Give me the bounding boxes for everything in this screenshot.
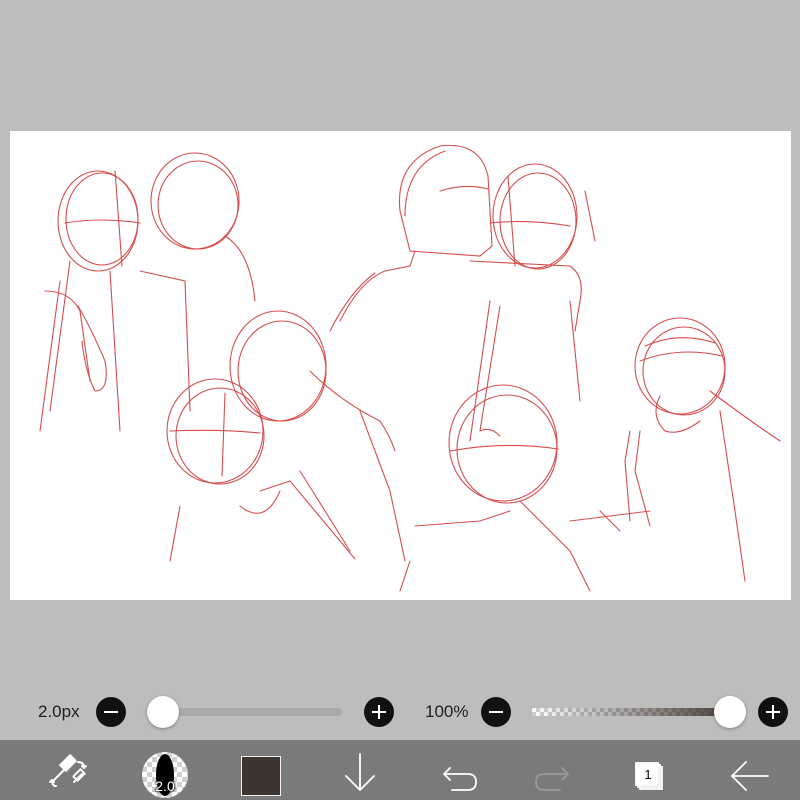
brush-size-increase-button[interactable] [364,697,394,727]
undo-icon [443,767,477,791]
layer-count: 1 [644,767,652,782]
download-button[interactable] [330,740,390,800]
opacity-slider-thumb[interactable] [714,696,746,728]
brush-size-badge: 2.0 [155,778,175,794]
redo-button[interactable] [524,740,584,800]
redo-icon [535,767,569,791]
sketch-head [448,384,558,502]
opacity-increase-button[interactable] [758,697,788,727]
undo-button[interactable] [428,740,488,800]
back-arrow-icon [731,761,769,791]
slider-row: 2.0px 100% [0,690,800,734]
brush-preview: 2.0 [142,752,188,798]
opacity-decrease-button[interactable] [481,697,511,727]
color-swatch-button[interactable] [241,756,281,796]
sketch-head [150,152,240,250]
eraser-swap-button[interactable] [38,740,98,800]
sketch-head [634,317,726,415]
back-button[interactable] [720,740,780,800]
opacity-track[interactable] [532,708,740,716]
sketch-head [398,144,493,257]
bottom-toolbar: 2.0 1 [0,740,800,800]
sketch-strokes [39,144,781,592]
sketch-head [229,310,327,422]
opacity-label: 100% [425,702,469,721]
sketch-head [492,163,578,269]
download-icon [345,753,375,791]
eraser-swap-icon [49,754,87,787]
drawing-canvas[interactable] [10,131,791,600]
brush-size-decrease-button[interactable] [96,697,126,727]
brush-size-label: 2.0px [38,702,80,721]
brush-button[interactable]: 2.0 [136,740,196,800]
brush-size-slider-thumb[interactable] [147,696,180,728]
